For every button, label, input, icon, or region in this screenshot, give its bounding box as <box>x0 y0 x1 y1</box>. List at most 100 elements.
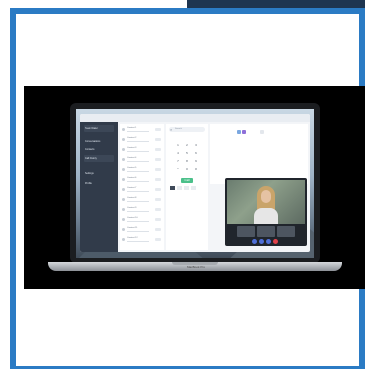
contact-name: Contact 1 <box>127 127 137 129</box>
avatar <box>122 238 125 241</box>
end-call-icon[interactable] <box>273 239 278 244</box>
divider <box>127 221 149 222</box>
dial-key[interactable]: 3 <box>192 142 200 149</box>
frame-border-top <box>10 8 365 14</box>
status-badge <box>155 238 161 241</box>
list-item[interactable]: Contact 8 <box>122 196 162 205</box>
header-tab <box>187 0 365 8</box>
list-item[interactable]: Contact 1 <box>122 126 162 135</box>
divider <box>127 131 149 132</box>
dial-key[interactable]: # <box>192 166 200 173</box>
divider <box>127 201 149 202</box>
status-badge <box>155 198 161 201</box>
dial-key[interactable]: 1 <box>174 142 182 149</box>
avatar <box>260 130 264 134</box>
status-badge <box>155 228 161 231</box>
frame-border-left <box>10 8 16 368</box>
avatar <box>122 168 125 171</box>
avatar <box>122 158 125 161</box>
list-item[interactable]: Contact 5 <box>122 166 162 175</box>
search-placeholder: Search <box>175 128 182 130</box>
screen-share-icon[interactable] <box>266 239 271 244</box>
chat-icon[interactable] <box>237 130 241 134</box>
list-item[interactable]: Contact 2 <box>122 136 162 145</box>
list-item[interactable]: Contact 10 <box>122 216 162 225</box>
list-item[interactable]: Contact 4 <box>122 156 162 165</box>
status-badge <box>155 168 161 171</box>
video-call-window <box>225 178 307 246</box>
contact-name: Contact 6 <box>127 177 137 179</box>
divider <box>127 181 149 182</box>
search-icon: ⌕ <box>170 127 173 132</box>
dial-key[interactable]: 5 <box>183 150 191 157</box>
sidebar-item-profile[interactable]: Profile <box>85 182 92 185</box>
sidebar-item-contacts[interactable]: Contacts <box>85 148 94 151</box>
list-item[interactable]: Contact 12 <box>122 236 162 245</box>
search-input[interactable]: ⌕ Search <box>169 127 205 132</box>
app-sidebar: Team Dialer Conversations Contacts Call … <box>80 122 118 252</box>
status-badge <box>155 178 161 181</box>
dial-key[interactable]: 0 <box>183 166 191 173</box>
sidebar-item-conversations[interactable]: Conversations <box>85 140 100 143</box>
list-item[interactable]: Contact 3 <box>122 146 162 155</box>
participant-face <box>261 190 271 203</box>
contact-name: Contact 8 <box>127 197 137 199</box>
dial-key[interactable]: 4 <box>174 150 182 157</box>
detail-card <box>260 128 302 150</box>
tab-recent[interactable] <box>177 186 182 190</box>
dial-key[interactable]: * <box>174 166 182 173</box>
laptop-model-label: MacBook Pro <box>187 265 206 269</box>
divider <box>127 171 149 172</box>
dial-key[interactable]: 9 <box>192 158 200 165</box>
sidebar-item-call-history[interactable]: Call history <box>85 157 97 160</box>
tab-voicemail[interactable] <box>184 186 189 190</box>
tab-favorites[interactable] <box>191 186 196 190</box>
divider <box>127 211 149 212</box>
participant-thumbnail[interactable] <box>237 226 255 237</box>
list-item[interactable]: Contact 7 <box>122 186 162 195</box>
list-item[interactable]: Contact 6 <box>122 176 162 185</box>
contact-name: Contact 2 <box>127 137 137 139</box>
participant-thumbnail[interactable] <box>277 226 295 237</box>
contact-name: Contact 10 <box>127 217 138 219</box>
list-item[interactable]: Contact 9 <box>122 206 162 215</box>
avatar <box>122 138 125 141</box>
dial-key[interactable]: 2 <box>183 142 191 149</box>
status-badge <box>155 158 161 161</box>
camera-icon[interactable] <box>259 239 264 244</box>
participant-thumbnail[interactable] <box>257 226 275 237</box>
avatar <box>122 188 125 191</box>
contact-name: Contact 12 <box>127 237 138 239</box>
avatar <box>122 208 125 211</box>
detail-card <box>213 128 255 150</box>
contact-list: Contact 1 Contact 2 Contact 3 Contact 4 … <box>120 124 164 250</box>
participant-body <box>254 208 278 224</box>
contact-name: Contact 7 <box>127 187 137 189</box>
brand-name: Team Dialer <box>85 127 98 130</box>
status-badge <box>155 128 161 131</box>
contact-name: Contact 5 <box>127 167 137 169</box>
dialpad-panel: ⌕ Search 1 2 3 4 5 6 7 8 9 * 0 # Call <box>166 124 208 250</box>
call-button[interactable]: Call <box>181 178 193 183</box>
dial-key[interactable]: 6 <box>192 150 200 157</box>
video-icon[interactable] <box>242 130 246 134</box>
sidebar-item-settings[interactable]: Settings <box>85 172 94 175</box>
divider <box>127 141 149 142</box>
dial-key[interactable]: 8 <box>183 158 191 165</box>
divider <box>127 241 149 242</box>
contact-name: Contact 4 <box>127 157 137 159</box>
status-badge <box>155 148 161 151</box>
contact-name: Contact 9 <box>127 207 137 209</box>
app-topbar <box>80 114 310 122</box>
status-badge <box>155 138 161 141</box>
list-item[interactable]: Contact 11 <box>122 226 162 235</box>
dial-key[interactable]: 7 <box>174 158 182 165</box>
frame-border-bottom <box>10 366 365 369</box>
main-video-feed <box>227 180 305 224</box>
status-badge <box>155 188 161 191</box>
contact-name: Contact 11 <box>127 227 138 229</box>
status-badge <box>155 218 161 221</box>
divider <box>127 231 149 232</box>
tab-keypad[interactable] <box>170 186 175 190</box>
mute-icon[interactable] <box>252 239 257 244</box>
